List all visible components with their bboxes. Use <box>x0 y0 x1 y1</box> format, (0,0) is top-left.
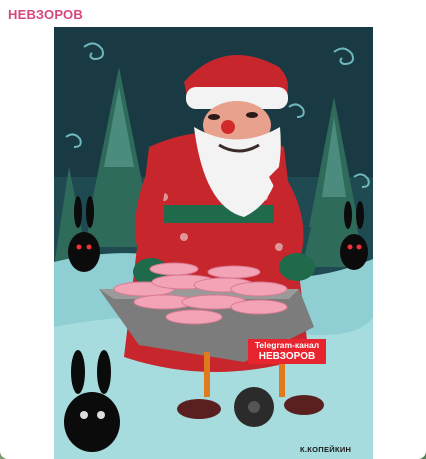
watermark-badge: Telegram-канал НЕВЗОРОВ <box>248 339 326 364</box>
channel-name[interactable]: НЕВЗОРОВ <box>8 7 83 22</box>
artist-signature: К.КОПЕЙКИН <box>300 445 352 454</box>
painting-illustration <box>54 27 373 459</box>
watermark-line2: НЕВЗОРОВ <box>258 351 316 362</box>
post-card: НЕВЗОРОВ Telegram-канал НЕВЗОРОВ К.КОПЕЙ… <box>0 0 426 459</box>
post-image[interactable] <box>54 27 373 459</box>
watermark-line1: Telegram-канал <box>254 340 320 350</box>
